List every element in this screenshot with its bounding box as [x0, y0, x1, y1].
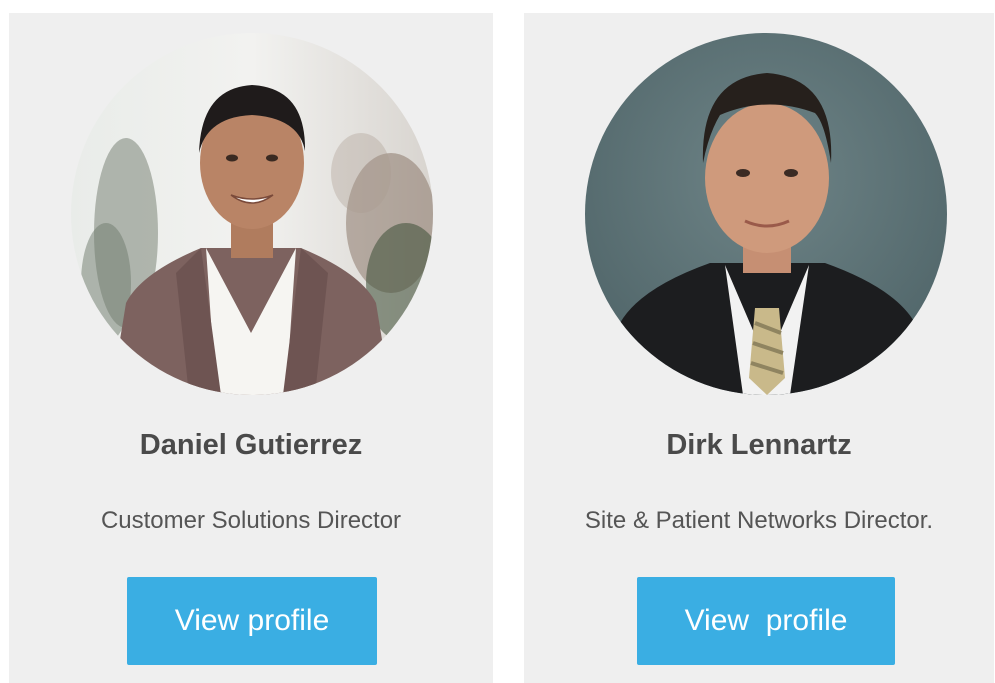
profile-name: Daniel Gutierrez [139, 429, 363, 461]
profile-role: Site & Patient Networks Director. [584, 507, 934, 534]
avatar [585, 33, 947, 395]
avatar [71, 33, 433, 395]
profile-role: Customer Solutions Director [100, 507, 402, 534]
view-profile-button[interactable]: View profile [127, 577, 377, 665]
avatar-photo-daniel-gutierrez [71, 33, 433, 395]
avatar-photo-dirk-lennartz [585, 33, 947, 395]
profile-card-dirk-lennartz: Dirk Lennartz Site & Patient Networks Di… [524, 13, 994, 683]
profile-name: Dirk Lennartz [666, 429, 852, 461]
team-cards: Daniel Gutierrez Customer Solutions Dire… [0, 0, 995, 683]
profile-card-daniel-gutierrez: Daniel Gutierrez Customer Solutions Dire… [9, 13, 493, 683]
view-profile-button[interactable]: View profile [637, 577, 895, 665]
